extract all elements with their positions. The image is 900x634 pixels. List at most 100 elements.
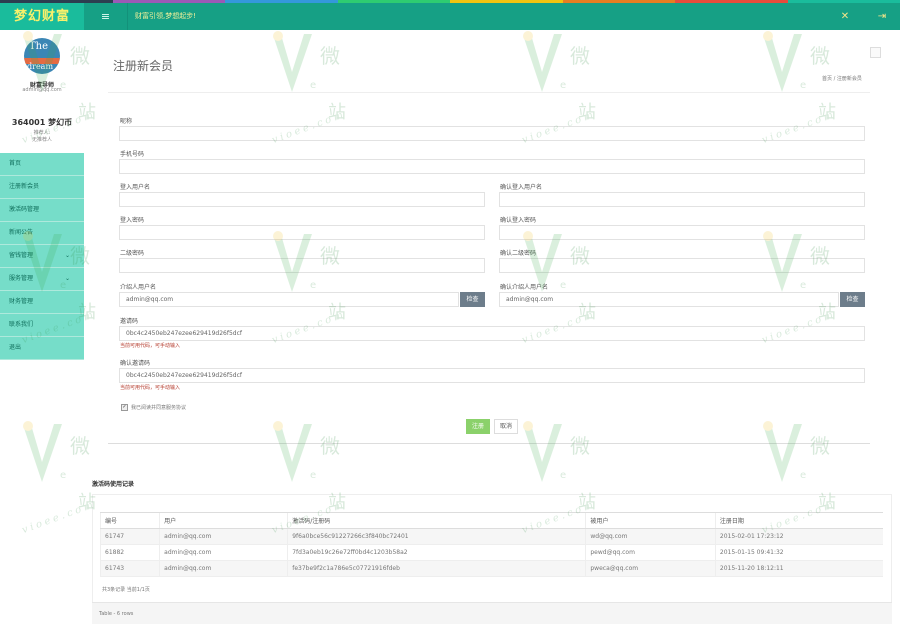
column-header[interactable]: 编号	[99, 512, 160, 529]
chevron-down-icon: ⌄	[64, 252, 70, 259]
avatar[interactable]: The dream	[24, 38, 60, 74]
invite-code-field[interactable]: 0bc4c2450eb247ezee629419d26f5dcf	[119, 326, 865, 341]
user-email: admin@qq.com	[22, 87, 62, 93]
table-cell: admin@qq.com	[159, 528, 288, 545]
rainbow-segment	[562, 0, 675, 3]
table-row: 61743 admin@qq.com fe37be9f2c1a786e5c077…	[99, 560, 883, 577]
table-cell: wd@qq.com	[585, 528, 716, 545]
app-root: 梦幻财富 ≡ 财富引领,梦想起步! ✕ ⇥ The dream 财富导师 adm…	[0, 0, 900, 634]
table-header-row: 编号 用户 激活码/注册码 被用户 注册日期	[99, 512, 883, 529]
nav-label: 财务管理	[9, 298, 34, 305]
nav-label: 留钱管理	[9, 252, 34, 259]
sidebar-item-news[interactable]: 新闻公告	[0, 222, 84, 245]
chevron-down-icon: ⌄	[64, 275, 70, 282]
column-header[interactable]: 激活码/注册码	[287, 512, 586, 529]
confirm-invite-code-field[interactable]: 0bc4c2450eb247ezee629419d26f5dcf	[119, 368, 865, 383]
records-title: 激活码使用记录	[92, 481, 135, 488]
login-user-field[interactable]	[119, 192, 485, 207]
tools-icon[interactable]: ✕	[835, 3, 855, 30]
marquee-text: 财富引领,梦想起步!	[135, 12, 197, 20]
sidebar-item-funds[interactable]: 留钱管理 ⌄	[0, 245, 84, 268]
confirm-login-pwd-label: 确认登入密码	[500, 217, 537, 224]
referrer-user-label: 介绍人用户名	[120, 284, 157, 291]
invite-code-label: 邀请码	[120, 318, 139, 325]
phone-field[interactable]	[119, 159, 865, 174]
pagination-info: 共3条记录 当前1/1页	[102, 587, 150, 593]
brand-logo[interactable]: 梦幻财富	[0, 3, 84, 30]
confirm-second-pwd-field[interactable]	[499, 258, 865, 273]
table-cell: 61747	[99, 528, 160, 545]
breadcrumb[interactable]: 首页 / 注册新会员	[822, 75, 862, 82]
sidebar-nav: 首页 注册新会员 激活码管理 新闻公告 留钱管理 ⌄ 服务管理 ⌄ 财务管理 联系我…	[0, 153, 84, 360]
table-cell: admin@qq.com	[159, 544, 288, 561]
avatar-text-bottom: dream	[27, 62, 54, 71]
table-cell: 7fd3a0eb19c26e72ff0bd4c1203b58a2	[287, 544, 586, 561]
table-cell: admin@qq.com	[159, 560, 288, 577]
check-confirm-referrer-button[interactable]: 检查	[840, 292, 865, 307]
column-header[interactable]: 被用户	[585, 512, 716, 529]
confirm-login-user-field[interactable]	[499, 192, 865, 207]
check-referrer-button[interactable]: 检查	[460, 292, 485, 307]
logout-icon[interactable]: ⇥	[872, 3, 892, 30]
referrer-user-field[interactable]: admin@qq.com	[119, 292, 459, 307]
sidebar-item-home[interactable]: 首页	[0, 153, 84, 176]
table-cell: 61882	[99, 544, 160, 561]
table-cell: pewd@qq.com	[585, 544, 716, 561]
sidebar-item-finance[interactable]: 财务管理	[0, 291, 84, 314]
balance: 364001 梦幻币	[11, 118, 73, 127]
records-table: 编号 用户 激活码/注册码 被用户 注册日期 61747 admin@qq.co…	[99, 512, 883, 577]
nickname-label: 昵称	[120, 118, 133, 125]
login-pwd-field[interactable]	[119, 225, 485, 240]
nav-label: 首页	[9, 160, 22, 167]
nav-label: 服务管理	[9, 275, 34, 282]
second-pwd-label: 二级密码	[120, 250, 145, 257]
sidebar-item-invite-codes[interactable]: 激活码管理	[0, 199, 84, 222]
agree-label[interactable]: 我已阅读并同意服务协议	[131, 404, 186, 411]
sidebar-item-services[interactable]: 服务管理 ⌄	[0, 268, 84, 291]
sidebar-item-register[interactable]: 注册新会员	[0, 176, 84, 199]
referrer-label: 推荐人:	[33, 130, 51, 136]
phone-label: 手机号码	[120, 151, 145, 158]
avatar-text-top: The	[29, 41, 49, 52]
invite-code-hint: 当前可用代码，可手动输入	[120, 343, 181, 349]
confirm-referrer-field[interactable]: admin@qq.com	[499, 292, 839, 307]
menu-icon[interactable]: ≡	[84, 3, 128, 30]
register-button[interactable]: 注册	[466, 419, 490, 434]
second-pwd-field[interactable]	[119, 258, 485, 273]
table-row: 61747 admin@qq.com 9f6a0bce56c91227266c3…	[99, 528, 883, 545]
agree-checkbox[interactable]: ✓	[121, 404, 128, 411]
nav-label: 退出	[9, 344, 22, 351]
column-header[interactable]: 用户	[159, 512, 288, 529]
nav-label: 激活码管理	[9, 206, 40, 213]
referrer-value: 无推荐人	[31, 137, 52, 143]
scroll-handle[interactable]	[870, 47, 881, 58]
table-footer: Table - 6 rows	[92, 602, 892, 624]
table-cell: 9f6a0bce56c91227266c3f840bc72401	[287, 528, 586, 545]
cancel-button[interactable]: 取消	[494, 419, 518, 434]
page-title: 注册新会员	[113, 59, 174, 73]
confirm-login-pwd-field[interactable]	[499, 225, 865, 240]
confirm-second-pwd-label: 确认二级密码	[500, 250, 537, 257]
confirm-invite-code-hint: 当前可用代码，可手动输入	[120, 385, 181, 391]
sidebar-item-logout[interactable]: 退出	[0, 337, 84, 360]
table-cell: 2015-02-01 17:23:12	[714, 528, 883, 545]
nav-label: 联系我们	[9, 321, 34, 328]
rainbow-segment	[450, 0, 563, 3]
table-cell: fe37be9f2c1a786e5c07721916fdeb	[287, 560, 586, 577]
rainbow-segment	[675, 0, 788, 3]
rainbow-segment	[225, 0, 338, 3]
login-user-label: 登入用户名	[120, 184, 151, 191]
table-cell: 2015-11-20 18:12:11	[714, 560, 883, 577]
login-pwd-label: 登入密码	[120, 217, 145, 224]
table-cell: 2015-01-15 09:41:32	[714, 544, 883, 561]
sidebar-item-contact[interactable]: 联系我们	[0, 314, 84, 337]
nickname-field[interactable]	[119, 126, 865, 141]
table-row: 61882 admin@qq.com 7fd3a0eb19c26e72ff0bd…	[99, 544, 883, 561]
nav-label: 注册新会员	[9, 183, 40, 190]
nav-label: 新闻公告	[9, 229, 34, 236]
confirm-login-user-label: 确认登入用户名	[500, 184, 543, 191]
column-header[interactable]: 注册日期	[714, 512, 883, 529]
confirm-invite-code-label: 确认邀请码	[120, 360, 151, 367]
sidebar: The dream 财富导师 admin@qq.com 364001 梦幻币 推…	[0, 30, 84, 634]
rainbow-segment	[337, 0, 450, 3]
